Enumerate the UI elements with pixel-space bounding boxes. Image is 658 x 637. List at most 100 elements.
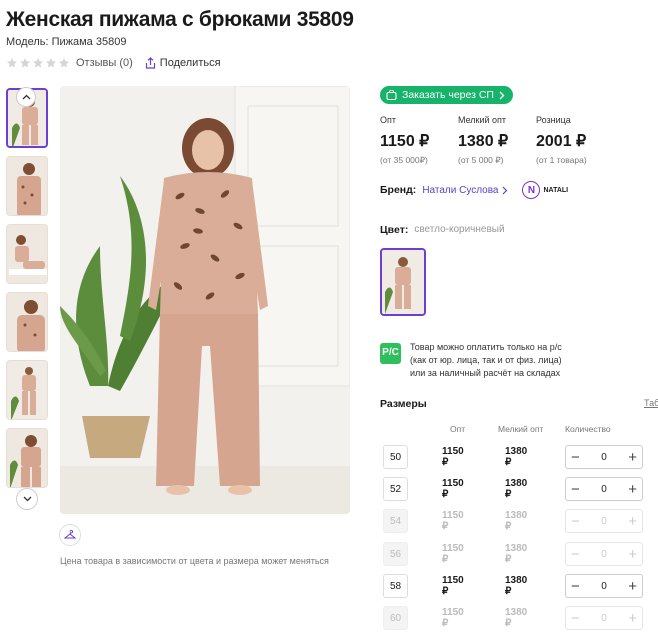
- size-table-link[interactable]: Таб: [644, 398, 658, 408]
- size-row: 54 1150 ₽ 1380 ₽ − 0 +: [383, 509, 643, 533]
- minus-icon[interactable]: −: [571, 547, 580, 562]
- star-icon: [33, 58, 43, 68]
- price-threshold: (от 35 000₽): [380, 155, 428, 165]
- rating-stars: [6, 57, 70, 69]
- thumbnail[interactable]: [6, 156, 48, 216]
- price-label: Розница: [536, 115, 571, 125]
- quantity-value[interactable]: 0: [601, 516, 607, 527]
- quantity-stepper: − 0 +: [565, 445, 643, 469]
- payment-icon: P/C: [380, 343, 401, 364]
- price-value: 1380 ₽: [458, 133, 509, 150]
- chevron-right-icon: [503, 186, 508, 194]
- color-swatch[interactable]: [380, 248, 426, 316]
- star-icon: [7, 58, 17, 68]
- brand-logo[interactable]: N NATALI: [522, 181, 568, 199]
- sizes-title: Размеры: [380, 398, 427, 410]
- minus-icon[interactable]: −: [571, 450, 580, 465]
- order-sp-button[interactable]: Заказать через СП: [380, 86, 513, 104]
- payment-info: P/C Товар можно оплатить только на р/с (…: [380, 341, 562, 380]
- quantity-stepper: − 0 +: [565, 542, 643, 566]
- chevron-up-icon: [22, 94, 30, 100]
- rating-row: Отзывы (0) Поделиться: [6, 57, 221, 69]
- quantity-value[interactable]: 0: [601, 613, 607, 624]
- quantity-stepper: − 0 +: [565, 509, 643, 533]
- price-label: Опт: [380, 115, 396, 125]
- price-threshold: (от 1 товара): [536, 155, 587, 165]
- share-button[interactable]: Поделиться: [145, 57, 221, 69]
- size-price-opt: 1150 ₽: [442, 478, 464, 500]
- thumbnail[interactable]: [6, 360, 48, 420]
- size-label: 58: [383, 574, 408, 598]
- size-price-opt: 1150 ₽: [442, 446, 464, 468]
- size-price-small-opt: 1380 ₽: [505, 607, 528, 629]
- plus-icon[interactable]: +: [628, 482, 637, 497]
- brand-link[interactable]: Натали Суслова: [422, 185, 498, 196]
- plus-icon[interactable]: +: [628, 579, 637, 594]
- size-label: 50: [383, 445, 408, 469]
- brand-row: Бренд: Натали Суслова N NATALI: [380, 181, 568, 199]
- size-price-opt: 1150 ₽: [442, 607, 464, 629]
- price-tier-small-opt: Мелкий опт 1380 ₽ (от 5 000 ₽): [458, 115, 536, 166]
- product-model: Модель: Пижама 35809: [6, 36, 127, 48]
- plus-icon[interactable]: +: [628, 514, 637, 529]
- price-tiers: Опт 1150 ₽ (от 35 000₽) Мелкий опт 1380 …: [380, 115, 614, 166]
- quantity-value[interactable]: 0: [601, 549, 607, 560]
- thumbs-up-button[interactable]: [16, 87, 36, 107]
- size-label: 56: [383, 542, 408, 566]
- thumbnail[interactable]: [6, 428, 48, 488]
- size-price-small-opt: 1380 ₽: [505, 446, 528, 468]
- header-opt: Опт: [450, 424, 466, 434]
- color-value: светло-коричневый: [414, 224, 505, 235]
- size-chart-button[interactable]: [59, 524, 81, 546]
- share-label: Поделиться: [159, 57, 221, 69]
- price-label: Мелкий опт: [458, 115, 507, 125]
- quantity-stepper: − 0 +: [565, 574, 643, 598]
- price-note: Цена товара в зависимости от цвета и раз…: [60, 556, 329, 566]
- quantity-stepper: − 0 +: [565, 606, 643, 630]
- size-price-small-opt: 1380 ₽: [505, 543, 528, 565]
- payment-text: Товар можно оплатить только на р/с (как …: [410, 341, 562, 380]
- minus-icon[interactable]: −: [571, 514, 580, 529]
- thumbnail[interactable]: [6, 224, 48, 284]
- share-icon: [145, 57, 155, 69]
- hanger-icon: [64, 530, 76, 539]
- thumbnail[interactable]: [6, 292, 48, 352]
- price-tier-opt: Опт 1150 ₽ (от 35 000₽): [380, 115, 458, 166]
- star-icon: [59, 58, 69, 68]
- plus-icon[interactable]: +: [628, 611, 637, 626]
- plus-icon[interactable]: +: [628, 547, 637, 562]
- star-icon: [46, 58, 56, 68]
- reviews-link[interactable]: Отзывы (0): [76, 57, 133, 69]
- minus-icon[interactable]: −: [571, 611, 580, 626]
- quantity-value[interactable]: 0: [601, 452, 607, 463]
- quantity-stepper: − 0 +: [565, 477, 643, 501]
- star-icon: [20, 58, 30, 68]
- size-row: 52 1150 ₽ 1380 ₽ − 0 +: [383, 477, 643, 501]
- thumbs-down-button[interactable]: [16, 488, 38, 510]
- payment-line: Товар можно оплатить только на р/с: [410, 342, 562, 352]
- size-price-opt: 1150 ₽: [442, 543, 464, 565]
- header-quantity: Количество: [565, 424, 611, 434]
- payment-line: или за наличный расчёт на складах: [410, 368, 561, 379]
- brand-label: Бренд:: [380, 184, 417, 196]
- minus-icon[interactable]: −: [571, 482, 580, 497]
- price-threshold: (от 5 000 ₽): [458, 155, 504, 165]
- payment-line: (как от юр. лица, так и от физ. лица): [410, 355, 562, 366]
- quantity-value[interactable]: 0: [601, 581, 607, 592]
- plus-icon[interactable]: +: [628, 450, 637, 465]
- color-label: Цвет:: [380, 224, 409, 236]
- product-photo[interactable]: [60, 86, 350, 514]
- size-label: 52: [383, 477, 408, 501]
- quantity-value[interactable]: 0: [601, 484, 607, 495]
- price-value: 2001 ₽: [536, 133, 587, 150]
- chevron-down-icon: [23, 496, 31, 502]
- price-tier-retail: Розница 2001 ₽ (от 1 товара): [536, 115, 614, 166]
- minus-icon[interactable]: −: [571, 579, 580, 594]
- size-row: 50 1150 ₽ 1380 ₽ − 0 +: [383, 445, 643, 469]
- price-value: 1150 ₽: [380, 133, 430, 150]
- header-small-opt: Мелкий опт: [498, 424, 544, 434]
- size-price-small-opt: 1380 ₽: [505, 478, 528, 500]
- size-label: 60: [383, 606, 408, 630]
- chevron-right-icon: [499, 91, 505, 99]
- size-price-opt: 1150 ₽: [442, 510, 464, 532]
